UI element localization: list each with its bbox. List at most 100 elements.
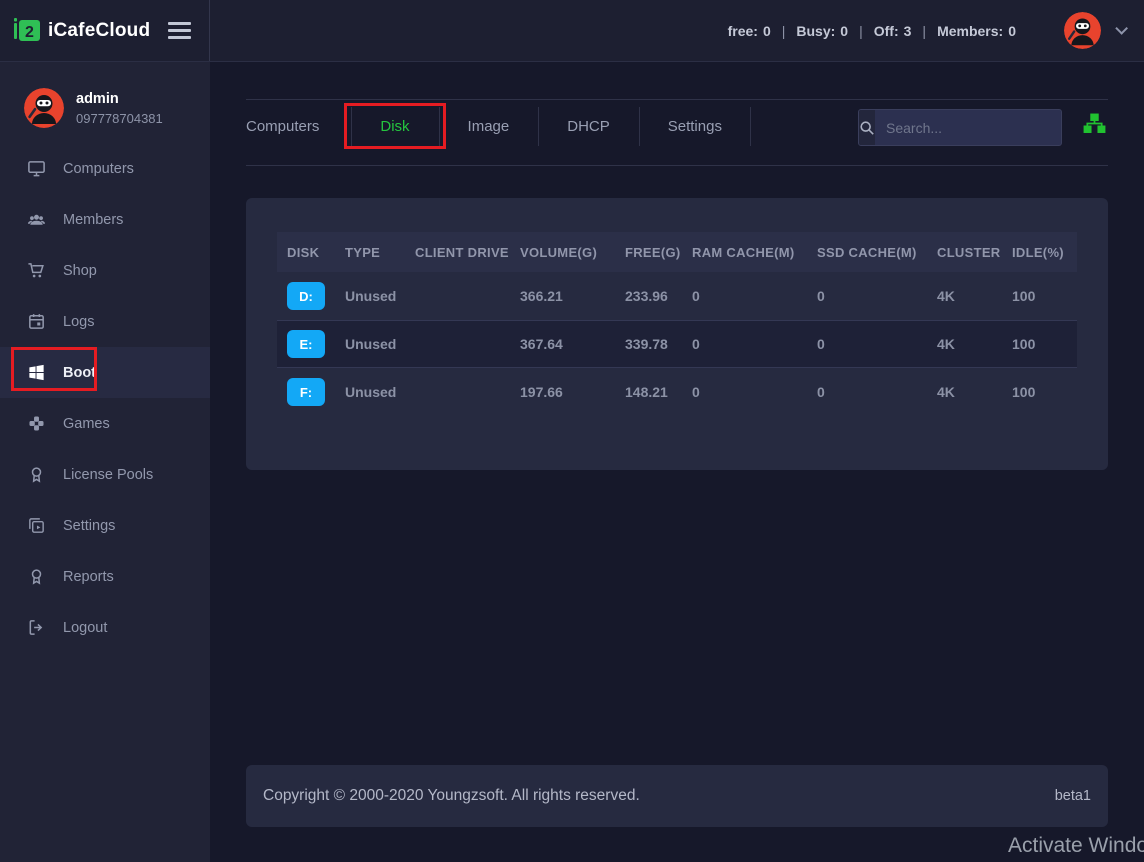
copyright-text: Copyright © 2000-2020 Youngzsoft. All ri… <box>263 787 640 805</box>
cell-type: Unused <box>345 384 415 400</box>
status-separator: | <box>922 23 926 39</box>
sidebar-item-label: Computers <box>63 161 134 177</box>
status-summary: free:0 | Busy:0 | Off:3 | Members:0 <box>728 23 1016 39</box>
tab-label: Computers <box>246 118 319 135</box>
svg-text:2: 2 <box>25 24 34 41</box>
col-cluster: CLUSTER <box>937 245 1012 260</box>
table-row-drive-e[interactable]: E: Unused 367.64 339.78 0 0 4K 100 <box>277 320 1077 368</box>
disk-badge[interactable]: F: <box>287 378 325 406</box>
icafecloud-logo-icon: 2 <box>13 16 43 46</box>
sidebar-item-logs[interactable]: Logs <box>0 296 210 347</box>
tab-settings[interactable]: Settings <box>639 100 751 153</box>
status-free: free:0 <box>728 23 771 39</box>
topbar-brand-area: 2 iCafeCloud <box>0 0 210 61</box>
col-ram-cache: RAM CACHE(M) <box>692 245 817 260</box>
sidebar-item-label: Games <box>63 416 110 432</box>
search-input[interactable] <box>875 110 1062 145</box>
logout-icon <box>27 618 46 637</box>
layers-icon <box>27 516 46 535</box>
tab-label: Settings <box>668 118 722 135</box>
sidebar-item-computers[interactable]: Computers <box>0 143 210 194</box>
search-icon <box>859 120 875 136</box>
cell-ram-cache: 0 <box>692 384 817 400</box>
sidebar-profile: admin 097778704381 <box>0 62 210 143</box>
cell-idle: 100 <box>1012 288 1077 304</box>
disk-badge[interactable]: E: <box>287 330 325 358</box>
cell-ram-cache: 0 <box>692 336 817 352</box>
user-avatar[interactable] <box>1064 12 1101 49</box>
tab-label: Disk <box>380 118 409 135</box>
content-tabbar: Computers Disk Image DHCP Settings <box>246 99 1108 166</box>
table-header-row: DISK TYPE CLIENT DRIVE VOLUME(G) FREE(G)… <box>277 232 1077 272</box>
sidebar-item-shop[interactable]: Shop <box>0 245 210 296</box>
activate-windows-watermark: Activate Windows <box>1008 834 1144 858</box>
col-free: FREE(G) <box>625 245 692 260</box>
icafecloud-app: 2 iCafeCloud free:0 | Busy:0 | Off:3 <box>0 0 1144 862</box>
ninja-avatar-icon <box>1064 12 1101 49</box>
sidebar-item-license-pools[interactable]: License Pools <box>0 449 210 500</box>
cell-idle: 100 <box>1012 336 1077 352</box>
search-button[interactable] <box>859 110 875 145</box>
cell-ram-cache: 0 <box>692 288 817 304</box>
col-disk: DISK <box>287 245 345 260</box>
report-badge-icon <box>27 567 46 586</box>
network-sitemap-icon[interactable] <box>1083 112 1106 140</box>
profile-info: admin 097778704381 <box>76 91 163 126</box>
cell-ssd-cache: 0 <box>817 336 937 352</box>
profile-name: admin <box>76 91 163 107</box>
cart-icon <box>27 261 46 280</box>
calendar-icon <box>27 312 46 331</box>
cell-volume: 367.64 <box>520 336 625 352</box>
gamepad-icon <box>27 414 46 433</box>
sidebar-item-reports[interactable]: Reports <box>0 551 210 602</box>
table-row-drive-f[interactable]: F: Unused 197.66 148.21 0 0 4K 100 <box>277 368 1077 416</box>
status-busy: Busy:0 <box>796 23 848 39</box>
chevron-down-icon[interactable] <box>1115 22 1128 35</box>
cell-free: 148.21 <box>625 384 692 400</box>
ninja-avatar-icon <box>24 88 64 128</box>
disk-badge[interactable]: D: <box>287 282 325 310</box>
cell-ssd-cache: 0 <box>817 384 937 400</box>
sidebar-item-games[interactable]: Games <box>0 398 210 449</box>
disk-table: DISK TYPE CLIENT DRIVE VOLUME(G) FREE(G)… <box>277 232 1077 416</box>
tab-disk[interactable]: Disk <box>351 100 438 153</box>
topbar: 2 iCafeCloud free:0 | Busy:0 | Off:3 <box>0 0 1144 62</box>
col-ssd-cache: SSD CACHE(M) <box>817 245 937 260</box>
members-icon <box>27 210 46 229</box>
cell-volume: 197.66 <box>520 384 625 400</box>
col-client-drive: CLIENT DRIVE <box>415 245 520 260</box>
tab-image[interactable]: Image <box>439 100 539 153</box>
sidebar-item-members[interactable]: Members <box>0 194 210 245</box>
cell-idle: 100 <box>1012 384 1077 400</box>
table-row-drive-d[interactable]: D: Unused 366.21 233.96 0 0 4K 100 <box>277 272 1077 320</box>
cell-volume: 366.21 <box>520 288 625 304</box>
search-box <box>858 109 1062 146</box>
topbar-right: free:0 | Busy:0 | Off:3 | Members:0 <box>210 0 1144 61</box>
cell-free: 339.78 <box>625 336 692 352</box>
sidebar-item-label: Reports <box>63 569 114 585</box>
hamburger-icon[interactable] <box>168 18 191 43</box>
cell-type: Unused <box>345 336 415 352</box>
tab-computers[interactable]: Computers <box>246 100 351 153</box>
sidebar-item-label: License Pools <box>63 467 153 483</box>
sidebar-item-settings[interactable]: Settings <box>0 500 210 551</box>
cell-ssd-cache: 0 <box>817 288 937 304</box>
brand-logo[interactable]: 2 iCafeCloud <box>13 16 150 46</box>
status-off: Off:3 <box>874 23 912 39</box>
sidebar-item-label: Shop <box>63 263 97 279</box>
cell-cluster: 4K <box>937 384 1012 400</box>
status-separator: | <box>859 23 863 39</box>
monitor-icon <box>27 159 46 178</box>
profile-avatar[interactable] <box>24 88 64 128</box>
tab-dhcp[interactable]: DHCP <box>538 100 639 153</box>
profile-phone: 097778704381 <box>76 111 163 126</box>
col-idle: IDLE(%) <box>1012 245 1077 260</box>
cell-cluster: 4K <box>937 336 1012 352</box>
disk-table-card: DISK TYPE CLIENT DRIVE VOLUME(G) FREE(G)… <box>246 198 1108 470</box>
cell-type: Unused <box>345 288 415 304</box>
sidebar-item-boot[interactable]: Boot <box>0 347 210 398</box>
sidebar-item-label: Boot <box>63 365 96 381</box>
sidebar: admin 097778704381 Computers Members <box>0 62 210 862</box>
col-type: TYPE <box>345 245 415 260</box>
sidebar-item-logout[interactable]: Logout <box>0 602 210 653</box>
